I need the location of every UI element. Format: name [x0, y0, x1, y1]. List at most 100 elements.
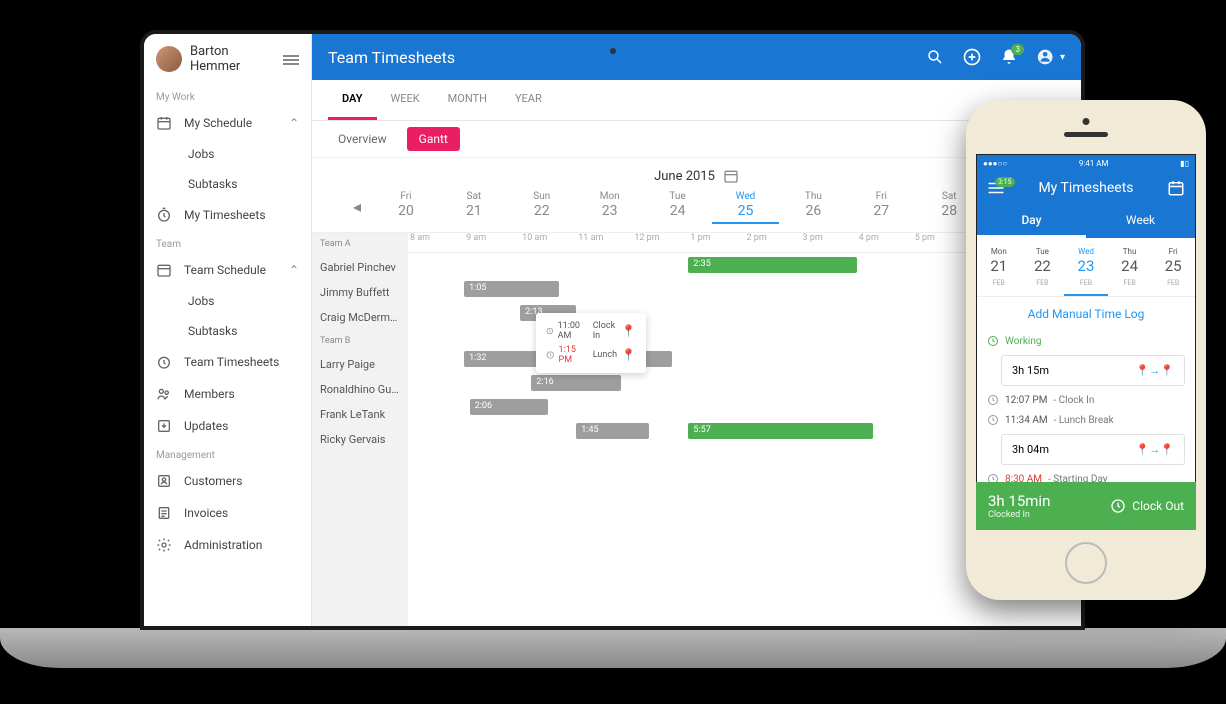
sidebar-item-teamtimesheets[interactable]: Team Timesheets [144, 346, 311, 378]
stopwatch-icon [156, 207, 172, 223]
pin-icon: 📍 [621, 324, 636, 338]
clock-out-button[interactable]: Clock Out [1110, 498, 1184, 514]
day-cell[interactable]: Sat21 [440, 188, 508, 224]
sidebar-item-myschedule[interactable]: My Schedule ⌃ [144, 107, 311, 139]
subtab-gantt[interactable]: Gantt [407, 127, 460, 151]
gantt-row-name: Ronaldhino Guadal... [312, 377, 408, 402]
laptop-frame: Barton Hemmer My Work My Schedule ⌃ Jobs… [140, 30, 1085, 630]
download-icon [156, 418, 172, 434]
section-management: Management [144, 442, 311, 465]
phone-tab-week[interactable]: Week [1086, 205, 1195, 238]
sidebar-item-invoices[interactable]: Invoices [144, 497, 311, 529]
phone-day-cell[interactable]: Wed23FEB [1064, 238, 1108, 296]
timeline-event: 11:34 AM - Lunch Break [987, 410, 1185, 430]
phone-day-cell[interactable]: Mon21FEB [977, 238, 1021, 296]
hour-label: 11 am [576, 233, 632, 252]
sidebar-item-team-jobs[interactable]: Jobs [144, 286, 311, 316]
laptop-camera [610, 48, 616, 54]
gantt-bar[interactable]: 2:06 [470, 399, 549, 415]
subtab-overview[interactable]: Overview [326, 127, 399, 151]
sidebar-item-customers[interactable]: Customers [144, 465, 311, 497]
gantt-names: Team AGabriel PinchevJimmy BuffettCraig … [312, 233, 408, 626]
pin-icons: 📍→📍 [1136, 364, 1174, 377]
footer-time: 3h 15min [988, 492, 1050, 510]
phone-day-cell[interactable]: Fri25FEB [1151, 238, 1195, 296]
gantt-row-name: Craig McDermott [312, 305, 408, 330]
sidebar-item-jobs[interactable]: Jobs [144, 139, 311, 169]
sidebar-item-team-subtasks[interactable]: Subtasks [144, 316, 311, 346]
day-cell[interactable]: Fri27 [847, 188, 915, 224]
people-icon [156, 386, 172, 402]
day-cell[interactable]: Sun22 [508, 188, 576, 224]
sidebar-item-administration[interactable]: Administration [144, 529, 311, 561]
add-manual-log-button[interactable]: Add Manual Time Log [977, 297, 1195, 331]
day-cell[interactable]: Wed25 [712, 188, 780, 224]
user-name: Barton Hemmer [190, 44, 275, 74]
clock-icon [546, 350, 555, 360]
tab-week[interactable]: WEEK [377, 80, 434, 120]
phone-day-cell[interactable]: Tue22FEB [1021, 238, 1065, 296]
gantt-group-header: Team A [312, 233, 408, 255]
menu-icon[interactable] [283, 53, 299, 65]
gantt-bar[interactable]: 5:57 [688, 423, 873, 439]
hour-label: 12 pm [632, 233, 688, 252]
phone-calendar-icon[interactable] [1167, 179, 1185, 197]
section-mywork: My Work [144, 84, 311, 107]
time-card[interactable]: 3h 04m 📍→📍 [1001, 434, 1185, 465]
add-icon[interactable] [962, 47, 982, 67]
day-cell[interactable]: Mon23 [576, 188, 644, 224]
phone-header: 3:15 My Timesheets [977, 171, 1195, 205]
section-team: Team [144, 231, 311, 254]
day-cell[interactable]: Tue24 [644, 188, 712, 224]
time-card[interactable]: 3h 15m 📍→📍 [1001, 355, 1185, 386]
phone-tab-day[interactable]: Day [977, 205, 1086, 238]
user-menu-icon[interactable]: ▾ [1036, 46, 1065, 68]
hour-label: 5 pm [913, 233, 969, 252]
gear-icon [156, 537, 172, 553]
phone-menu-icon[interactable]: 3:15 [987, 181, 1005, 195]
clock-icon [546, 326, 554, 336]
gantt-bar[interactable]: 2:35 [688, 257, 856, 273]
sidebar-item-mytimesheets[interactable]: My Timesheets [144, 199, 311, 231]
gantt-group-header: Team B [312, 330, 408, 352]
sidebar-item-subtasks[interactable]: Subtasks [144, 169, 311, 199]
bell-icon[interactable]: 3 [1000, 48, 1018, 66]
calendar-icon [156, 262, 172, 278]
tab-day[interactable]: DAY [328, 80, 377, 120]
calendar-picker-icon[interactable] [723, 168, 739, 184]
sidebar-item-members[interactable]: Members [144, 378, 311, 410]
hour-label: 2 pm [744, 233, 800, 252]
phone-tabs: DayWeek [977, 205, 1195, 238]
gantt-bar[interactable]: 1:05 [464, 281, 559, 297]
gantt-bar[interactable]: 1:45 [576, 423, 649, 439]
topbar: Team Timesheets 3 ▾ [312, 34, 1081, 80]
gantt-row-name: Frank LeTank [312, 402, 408, 427]
battery-icon: ▮▯ [1180, 159, 1189, 168]
sidebar: Barton Hemmer My Work My Schedule ⌃ Jobs… [144, 34, 312, 626]
laptop-base [0, 628, 1226, 668]
tab-month[interactable]: MONTH [434, 80, 501, 120]
notif-badge: 3 [1011, 44, 1024, 55]
hour-label: 1 pm [688, 233, 744, 252]
hour-label: 8 am [408, 233, 464, 252]
stopwatch-icon [156, 354, 172, 370]
sidebar-item-updates[interactable]: Updates [144, 410, 311, 442]
phone-footer: 3h 15min Clocked In Clock Out [976, 482, 1196, 530]
search-icon[interactable] [926, 48, 944, 66]
gantt-bar[interactable]: 2:16 [531, 375, 621, 391]
phone-day-cell[interactable]: Thu24FEB [1108, 238, 1152, 296]
home-button[interactable] [1065, 542, 1107, 584]
phone-status-bar: ●●●○○ 9:41 AM ▮▯ [977, 155, 1195, 171]
page-title: Team Timesheets [328, 48, 455, 67]
gantt-row-name: Ricky Gervais [312, 427, 408, 452]
gantt-row-name: Gabriel Pinchev [312, 255, 408, 280]
tab-year[interactable]: YEAR [501, 80, 556, 120]
prev-arrow-icon[interactable]: ◂ [342, 188, 372, 224]
chevron-up-icon: ⌃ [289, 116, 299, 130]
clock-icon [987, 335, 999, 347]
hour-label: 10 am [520, 233, 576, 252]
sidebar-item-teamschedule[interactable]: Team Schedule ⌃ [144, 254, 311, 286]
day-cell[interactable]: Thu26 [779, 188, 847, 224]
sidebar-user[interactable]: Barton Hemmer [144, 34, 311, 84]
day-cell[interactable]: Fri20 [372, 188, 440, 224]
